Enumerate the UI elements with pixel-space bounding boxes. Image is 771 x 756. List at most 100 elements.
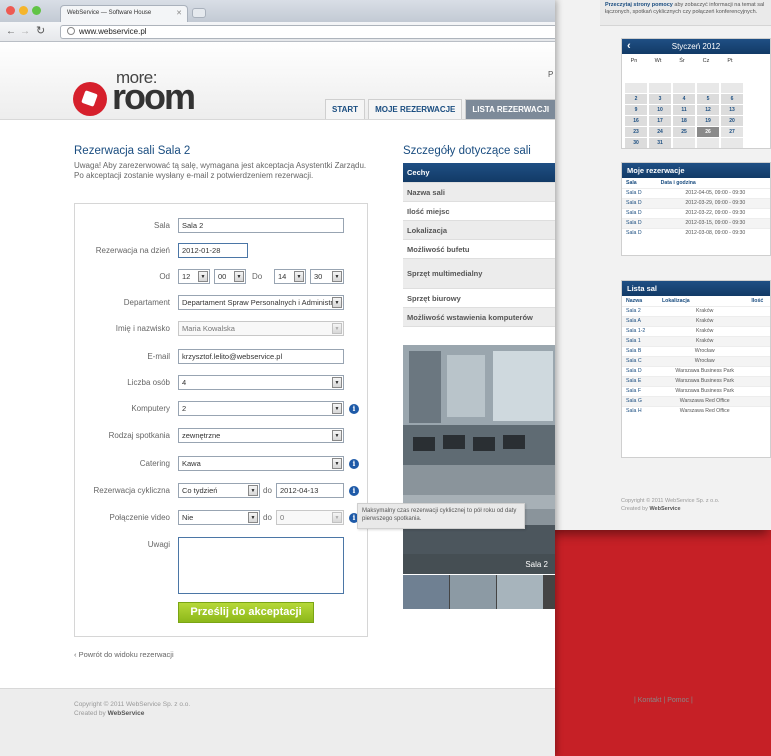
table-row[interactable]: Sala 1 Kraków — [622, 335, 770, 346]
calendar-day[interactable]: 17 — [649, 116, 671, 126]
calendar-day[interactable]: 11 — [673, 105, 695, 115]
date-field[interactable]: 2012-01-28 — [178, 243, 248, 258]
room-photo[interactable]: Sala 2 — [403, 345, 555, 574]
table-row[interactable]: Sala H Warszawa Red Office — [622, 405, 770, 416]
count-cell — [747, 405, 770, 416]
cyclic-select[interactable]: Co tydzień ▼ — [178, 483, 260, 498]
thumbnail[interactable] — [497, 575, 543, 609]
table-row[interactable]: Sala F Warszawa Business Park — [622, 385, 770, 396]
table-row[interactable]: Sala E Warszawa Business Park — [622, 375, 770, 386]
browser-tab[interactable]: WebService — Software House ✕ — [60, 5, 188, 22]
intro-text: Uwaga! Aby zarezerwować tą salę, wymagan… — [74, 161, 367, 180]
copyright: Copyright © 2011 WebService Sp. z o.o. — [74, 701, 191, 708]
notes-textarea[interactable] — [178, 537, 344, 594]
created-by: Created by WebService — [621, 505, 719, 513]
room-list-table: Nazwa Lokalizacja Ilość Sala 2 Kraków Sala… — [622, 296, 770, 416]
people-select[interactable]: 4 ▼ — [178, 375, 344, 390]
calendar-day[interactable]: 20 — [721, 116, 743, 126]
chevron-down-icon: ▼ — [332, 512, 342, 523]
location-cell: Warszawa Red Office — [658, 405, 748, 416]
computers-select[interactable]: 2 ▼ — [178, 401, 344, 416]
table-row[interactable]: Sala D 2012-03-22, 09:00 - 09:30 — [622, 207, 770, 218]
calendar-day[interactable]: 25 — [673, 127, 695, 137]
name-select[interactable]: Maria Kowalska ▼ — [178, 321, 344, 336]
chevron-left-icon[interactable]: ‹ — [627, 39, 631, 54]
zoom-window-button[interactable] — [32, 6, 41, 15]
reload-icon[interactable]: ↻ — [36, 25, 45, 38]
minimize-window-button[interactable] — [19, 6, 28, 15]
from-hour-select[interactable]: 12 ▼ — [178, 269, 210, 284]
detail-row: Sprzęt multimedialny — [403, 259, 555, 289]
close-icon[interactable]: ✕ — [176, 9, 182, 17]
help-link[interactable]: Przeczytaj strony pomocy — [605, 2, 673, 8]
count-cell — [747, 395, 770, 406]
room-list-panel: Lista sal Nazwa Lokalizacja Ilość Sala 2… — [621, 280, 771, 458]
forward-arrow-icon[interactable]: → — [20, 25, 30, 38]
calendar-day[interactable]: 27 — [721, 127, 743, 137]
calendar-day[interactable]: 12 — [697, 105, 719, 115]
room-cell: Sala D — [622, 227, 657, 238]
calendar-day[interactable]: 19 — [697, 116, 719, 126]
calendar-day[interactable]: 13 — [721, 105, 743, 115]
department-label: Departament — [123, 298, 170, 307]
table-row[interactable]: Sala C Wrocław — [622, 355, 770, 366]
calendar-day[interactable]: 9 — [625, 105, 647, 115]
back-arrow-icon[interactable]: ← — [6, 25, 16, 38]
new-tab-button[interactable] — [192, 8, 206, 18]
cyclic-end-date-field[interactable]: 2012-04-13 — [276, 483, 344, 498]
from-minute-select[interactable]: 00 ▼ — [214, 269, 246, 284]
table-row[interactable]: Sala D 2012-03-29, 09:00 - 09:30 — [622, 197, 770, 208]
calendar-day[interactable]: 23 — [625, 127, 647, 137]
room-field[interactable]: Sala 2 — [178, 218, 344, 233]
calendar-day[interactable]: 10 — [649, 105, 671, 115]
to-hour-value: 14 — [278, 272, 287, 281]
calendar-day[interactable]: 6 — [721, 94, 743, 104]
thumbnail[interactable] — [403, 575, 449, 609]
calendar-day — [697, 83, 719, 93]
nav-my-reservations[interactable]: MOJE REZERWACJE — [368, 99, 463, 119]
calendar-day[interactable]: 2 — [625, 94, 647, 104]
video-count-select[interactable]: 0 ▼ — [276, 510, 344, 525]
table-row[interactable]: Sala 2 Kraków — [622, 305, 770, 316]
table-row[interactable]: Sala B Wrocław — [622, 345, 770, 356]
info-icon[interactable]: i — [349, 459, 359, 469]
close-window-button[interactable] — [6, 6, 15, 15]
info-icon[interactable]: i — [349, 404, 359, 414]
back-to-reservations-link[interactable]: ‹ Powrót do widoku rezerwacji — [74, 650, 174, 659]
nav-start[interactable]: START — [325, 99, 366, 119]
count-cell — [747, 365, 770, 376]
calendar-day[interactable]: 26 — [697, 127, 719, 137]
logo-text[interactable]: room — [112, 76, 196, 118]
calendar-day[interactable]: 5 — [697, 94, 719, 104]
table-row[interactable]: Sala D 2012-04-05, 09:00 - 09:30 — [622, 187, 770, 198]
calendar-day[interactable]: 24 — [649, 127, 671, 137]
meeting-type-select[interactable]: zewnętrzne ▼ — [178, 428, 344, 443]
info-icon[interactable]: i — [349, 486, 359, 496]
calendar-day[interactable]: 18 — [673, 116, 695, 126]
calendar-day[interactable]: 4 — [673, 94, 695, 104]
calendar-day[interactable]: 31 — [649, 138, 671, 148]
table-row[interactable]: Sala D 2012-03-08, 09:00 - 09:30 — [622, 227, 770, 238]
to-minute-select[interactable]: 30 ▼ — [310, 269, 344, 284]
to-hour-select[interactable]: 14 ▼ — [274, 269, 306, 284]
catering-select[interactable]: Kawa ▼ — [178, 456, 344, 471]
submit-button[interactable]: Prześlij do akceptacji — [178, 602, 314, 623]
location-cell: Wrocław — [658, 345, 748, 356]
email-field[interactable]: krzysztof.lelito@webservice.pl — [178, 349, 344, 364]
video-select[interactable]: Nie ▼ — [178, 510, 260, 525]
thumbnail[interactable] — [450, 575, 496, 609]
calendar-day[interactable]: 16 — [625, 116, 647, 126]
table-row[interactable]: Sala D 2012-03-15, 09:00 - 09:30 — [622, 217, 770, 228]
calendar-day[interactable]: 30 — [625, 138, 647, 148]
department-select[interactable]: Departament Spraw Personalnych i Adminis… — [178, 295, 344, 310]
nav-reservation-list[interactable]: LISTA REZERWACJI — [465, 99, 555, 119]
table-row[interactable]: Sala D Warszawa Business Park — [622, 365, 770, 376]
table-row[interactable]: Sala 1-2 Kraków — [622, 325, 770, 336]
calendar-day[interactable]: 3 — [649, 94, 671, 104]
contact-link[interactable]: Kontakt — [638, 697, 662, 704]
table-row[interactable]: Sala A Kraków — [622, 315, 770, 326]
table-row[interactable]: Sala G Warszawa Red Office — [622, 395, 770, 406]
logo-icon[interactable] — [73, 82, 107, 116]
url-field[interactable]: www.webservice.pl — [60, 25, 555, 39]
help-footer-link[interactable]: Pomoc — [667, 697, 689, 704]
